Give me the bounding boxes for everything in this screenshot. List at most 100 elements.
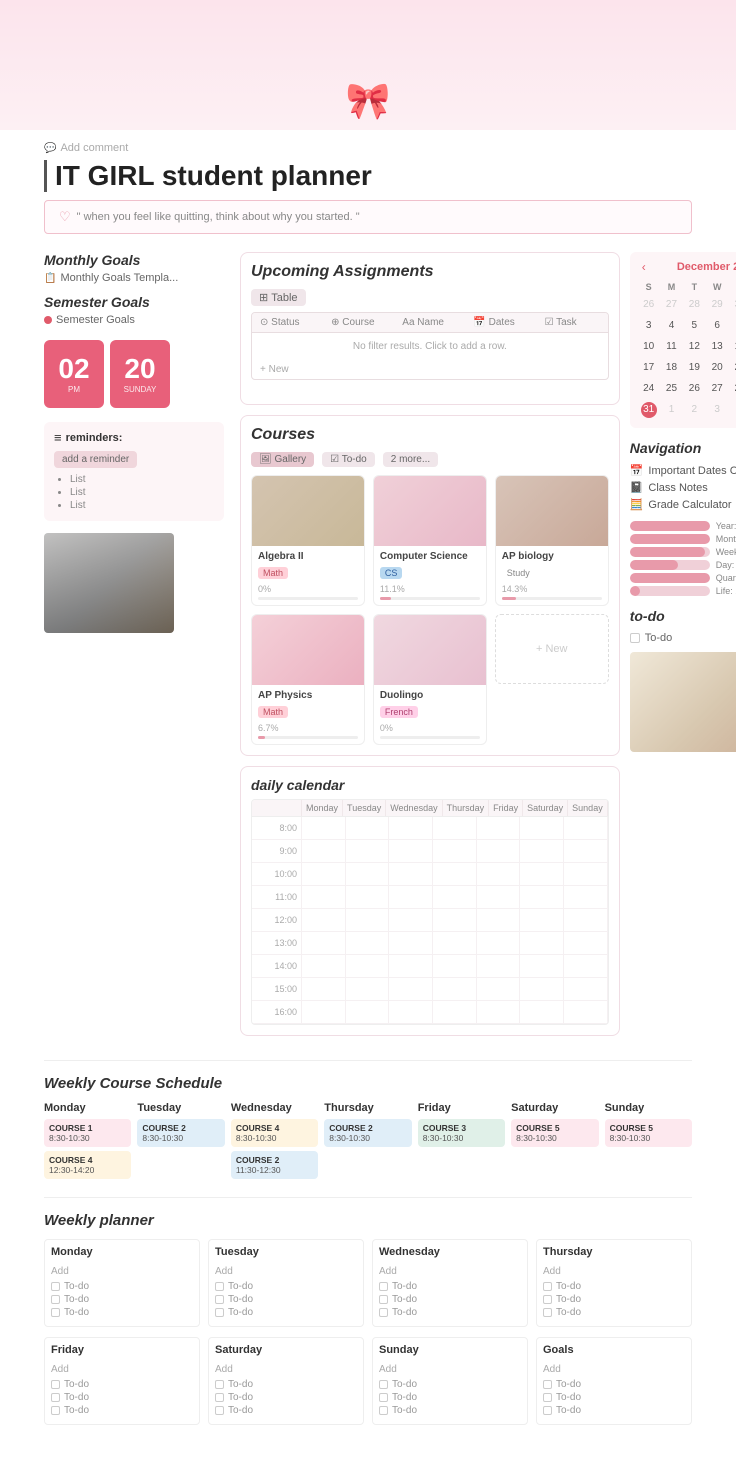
mini-cal-header: ‹ December 2023 ›: [638, 260, 736, 274]
planner-checkbox[interactable]: [215, 1308, 224, 1317]
cal-day[interactable]: 25: [661, 379, 683, 399]
planner-checkbox[interactable]: [215, 1380, 224, 1389]
add-reminder-button[interactable]: add a reminder: [54, 451, 137, 468]
weekly-planner-section: Weekly planner Monday Add To-do To-do To…: [44, 1197, 692, 1425]
cal-day[interactable]: 1: [661, 400, 683, 420]
cal-cell: [346, 817, 390, 839]
planner-add-goals[interactable]: Add: [543, 1364, 561, 1375]
semester-goals-link[interactable]: Semester Goals: [44, 314, 224, 326]
table-tab[interactable]: ⊞ Table: [251, 289, 306, 306]
planner-checkbox[interactable]: [543, 1295, 552, 1304]
cal-day[interactable]: 12: [683, 337, 705, 357]
course-card-bio[interactable]: AP biology Study 14.3%: [495, 475, 609, 606]
planner-col-monday: Monday Add To-do To-do To-do: [44, 1239, 200, 1327]
planner-checkbox[interactable]: [543, 1308, 552, 1317]
planner-add-wednesday[interactable]: Add: [379, 1266, 397, 1277]
planner-add-friday[interactable]: Add: [51, 1364, 69, 1375]
planner-todo-item: To-do: [215, 1405, 357, 1416]
cal-day[interactable]: 4: [729, 400, 736, 420]
planner-checkbox[interactable]: [51, 1282, 60, 1291]
cal-cell: [433, 1001, 477, 1023]
cal-day[interactable]: 7: [729, 316, 736, 336]
planner-checkbox[interactable]: [51, 1295, 60, 1304]
cal-day[interactable]: 3: [706, 400, 728, 420]
planner-todo-item: To-do: [51, 1405, 193, 1416]
cal-prev-button[interactable]: ‹: [638, 260, 650, 274]
cal-day[interactable]: 2: [683, 400, 705, 420]
planner-checkbox[interactable]: [379, 1380, 388, 1389]
planner-checkbox[interactable]: [379, 1282, 388, 1291]
cal-day[interactable]: 27: [706, 379, 728, 399]
cal-day[interactable]: 29: [706, 295, 728, 315]
planner-checkbox[interactable]: [51, 1406, 60, 1415]
gallery-tab[interactable]: 🖼 Gallery: [251, 452, 314, 467]
cal-cell: [477, 886, 521, 908]
cal-day[interactable]: 28: [729, 379, 736, 399]
cal-day[interactable]: 6: [706, 316, 728, 336]
planner-checkbox[interactable]: [51, 1393, 60, 1402]
course-card-duo[interactable]: Duolingo French 0%: [373, 614, 487, 745]
planner-checkbox[interactable]: [51, 1308, 60, 1317]
planner-add-sunday[interactable]: Add: [379, 1364, 397, 1375]
cal-cell: [302, 817, 346, 839]
add-comment-link[interactable]: Add comment: [44, 142, 692, 154]
cal-day[interactable]: 11: [661, 337, 683, 357]
course-card-algebra[interactable]: Algebra II Math 0%: [251, 475, 365, 606]
cal-day[interactable]: 21: [729, 358, 736, 378]
planner-checkbox[interactable]: [215, 1406, 224, 1415]
course-tag-cs: CS: [380, 567, 403, 579]
planner-add-saturday[interactable]: Add: [215, 1364, 233, 1375]
cal-day[interactable]: 14: [729, 337, 736, 357]
cal-day[interactable]: 26: [638, 295, 660, 315]
planner-checkbox[interactable]: [51, 1380, 60, 1389]
planner-checkbox[interactable]: [543, 1380, 552, 1389]
cal-day[interactable]: 10: [638, 337, 660, 357]
cal-day-today[interactable]: 31: [641, 402, 657, 418]
cal-day[interactable]: 5: [683, 316, 705, 336]
add-new-course-button[interactable]: + New: [495, 614, 609, 684]
planner-checkbox[interactable]: [379, 1393, 388, 1402]
course-card-physics[interactable]: AP Physics Math 6.7%: [251, 614, 365, 745]
cal-day[interactable]: 3: [638, 316, 660, 336]
todo-tab[interactable]: ☑ To-do: [322, 452, 375, 467]
cal-day[interactable]: 24: [638, 379, 660, 399]
progress-bar: [258, 736, 358, 739]
class-notes-link[interactable]: 📓 Class Notes: [630, 481, 736, 494]
planner-checkbox[interactable]: [215, 1282, 224, 1291]
time-label: 9:00: [252, 840, 302, 862]
cal-day[interactable]: 27: [661, 295, 683, 315]
assignments-title: Upcoming Assignments: [251, 263, 609, 281]
cal-day[interactable]: 19: [683, 358, 705, 378]
progress-bar-fill: [630, 573, 710, 583]
planner-checkbox[interactable]: [215, 1295, 224, 1304]
planner-add-monday[interactable]: Add: [51, 1266, 69, 1277]
cal-day[interactable]: 17: [638, 358, 660, 378]
course-card-cs[interactable]: Computer Science CS 11.1%: [373, 475, 487, 606]
monthly-goals-link[interactable]: Monthly Goals Templa...: [44, 272, 224, 284]
important-dates-link[interactable]: 📅 Important Dates Calendar: [630, 464, 736, 477]
more-tab[interactable]: 2 more...: [383, 452, 438, 467]
cal-day[interactable]: 28: [683, 295, 705, 315]
cal-day[interactable]: 18: [661, 358, 683, 378]
todo-checkbox[interactable]: [630, 633, 640, 643]
cal-day-header: S: [638, 280, 660, 294]
planner-add-tuesday[interactable]: Add: [215, 1266, 233, 1277]
cal-day[interactable]: 13: [706, 337, 728, 357]
cal-day[interactable]: 20: [706, 358, 728, 378]
cal-day[interactable]: 30: [729, 295, 736, 315]
course-slot: COURSE 5 8:30-10:30: [511, 1119, 598, 1147]
planner-checkbox[interactable]: [379, 1406, 388, 1415]
cal-day[interactable]: 4: [661, 316, 683, 336]
assignments-toolbar: ⊞ Table: [251, 289, 609, 306]
planner-checkbox[interactable]: [379, 1308, 388, 1317]
new-row-button[interactable]: + New: [252, 360, 608, 379]
grade-calculator-link[interactable]: 🧮 Grade Calculator: [630, 498, 736, 511]
cal-day[interactable]: 26: [683, 379, 705, 399]
planner-checkbox[interactable]: [543, 1393, 552, 1402]
planner-checkbox[interactable]: [543, 1406, 552, 1415]
planner-checkbox[interactable]: [379, 1295, 388, 1304]
col-course: ⊕ Course: [323, 313, 394, 332]
planner-checkbox[interactable]: [543, 1282, 552, 1291]
planner-checkbox[interactable]: [215, 1393, 224, 1402]
planner-add-thursday[interactable]: Add: [543, 1266, 561, 1277]
